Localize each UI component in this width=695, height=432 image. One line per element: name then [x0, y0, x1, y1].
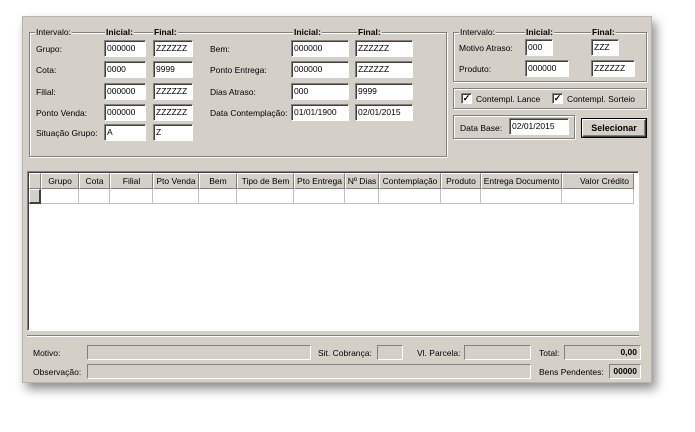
consorcio-window: Intervalo: Inicial: Final: Inicial: Fina…	[22, 16, 652, 383]
table-cell[interactable]	[562, 189, 634, 204]
grid-indicator-header	[29, 173, 41, 189]
bem-final-input[interactable]: ZZZZZZ	[355, 40, 413, 57]
ponto-entrega-inicial-input[interactable]: 000000	[291, 61, 349, 78]
total-label: Total:	[539, 348, 560, 358]
table-cell[interactable]	[110, 189, 153, 204]
col-pto-venda[interactable]: Pto Venda	[153, 173, 199, 189]
table-cell[interactable]	[153, 189, 199, 204]
grupo-final-input[interactable]: ZZZZZZ	[153, 40, 193, 57]
selecionar-button[interactable]: Selecionar	[582, 119, 646, 137]
contempl-lance-checkbox[interactable]: ✓	[461, 93, 472, 104]
grid-row-indicator[interactable]	[29, 189, 41, 204]
col-pto-entrega[interactable]: Pto Entrega	[294, 173, 345, 189]
table-cell[interactable]	[79, 189, 110, 204]
table-cell[interactable]	[41, 189, 79, 204]
table-cell[interactable]	[199, 189, 237, 204]
col-filial[interactable]: Filial	[110, 173, 153, 189]
data-contemplacao-inicial-input[interactable]: 01/01/1900	[291, 104, 349, 121]
contempl-sorteio-label[interactable]: Contempl. Sorteio	[567, 94, 635, 104]
col-valor-credito[interactable]: Valor Crédito	[562, 173, 634, 189]
final-header-right: Final:	[591, 27, 616, 37]
final-header: Final:	[153, 27, 178, 37]
col-tipo-de-bem[interactable]: Tipo de Bem	[237, 173, 294, 189]
data-base-label: Data Base:	[460, 123, 503, 133]
col-grupo[interactable]: Grupo	[41, 173, 79, 189]
vl-parcela-label: Vl. Parcela:	[417, 348, 461, 358]
col-cota[interactable]: Cota	[79, 173, 110, 189]
cota-final-input[interactable]: 9999	[153, 61, 193, 78]
table-cell[interactable]	[379, 189, 441, 204]
table-row[interactable]	[41, 189, 634, 204]
inicial-header-2: Inicial:	[293, 27, 322, 37]
observacao-label: Observação:	[33, 367, 82, 377]
col-contemplacao[interactable]: Contemplação	[379, 173, 441, 189]
contempl-sorteio-checkbox[interactable]: ✓	[552, 93, 563, 104]
bens-pendentes-value: 00000	[609, 364, 641, 379]
total-value: 0,00	[564, 345, 641, 360]
table-cell[interactable]	[441, 189, 481, 204]
situacao-grupo-final-input[interactable]: Z	[153, 124, 193, 141]
sit-cobranca-label: Sit. Cobrança:	[318, 348, 372, 358]
data-contemplacao-final-input[interactable]: 02/01/2015	[355, 104, 413, 121]
grupo-label: Grupo:	[36, 44, 62, 54]
motivo-atraso-label: Motivo Atraso:	[459, 43, 513, 53]
results-grid[interactable]: Grupo Cota Filial Pto Venda Bem Tipo de …	[27, 171, 639, 331]
ponto-entrega-label: Ponto Entrega:	[210, 65, 267, 75]
table-cell[interactable]	[481, 189, 562, 204]
intervalo-label: Intervalo:	[35, 27, 72, 37]
inicial-header-right: Inicial:	[525, 27, 554, 37]
cota-inicial-input[interactable]: 0000	[104, 61, 146, 78]
intervalo-label-right: Intervalo:	[459, 27, 496, 37]
produto-inicial-input[interactable]: 000000	[525, 60, 569, 77]
final-header-2: Final:	[357, 27, 382, 37]
ponto-venda-final-input[interactable]: ZZZZZZ	[153, 104, 193, 121]
motivo-atraso-final-input[interactable]: ZZZ	[591, 39, 619, 56]
motivo-value	[87, 345, 311, 360]
situacao-grupo-label: Situação Grupo:	[36, 128, 98, 138]
ponto-venda-inicial-input[interactable]: 000000	[104, 104, 146, 121]
produto-label: Produto:	[459, 64, 492, 74]
data-contemplacao-label: Data Contemplação:	[210, 108, 288, 118]
motivo-label: Motivo:	[33, 348, 61, 358]
bem-inicial-input[interactable]: 000000	[291, 40, 349, 57]
dias-atraso-inicial-input[interactable]: 000	[291, 83, 349, 100]
col-produto[interactable]: Produto	[441, 173, 481, 189]
sit-cobranca-value	[377, 345, 403, 360]
bens-pendentes-label: Bens Pendentes:	[539, 367, 604, 377]
filial-final-input[interactable]: ZZZZZZ	[153, 83, 193, 100]
table-cell[interactable]	[294, 189, 345, 204]
contempl-lance-label[interactable]: Contempl. Lance	[476, 94, 540, 104]
motivo-atraso-inicial-input[interactable]: 000	[525, 39, 553, 56]
grupo-inicial-input[interactable]: 000000	[104, 40, 146, 57]
filial-inicial-input[interactable]: 000000	[104, 83, 146, 100]
data-base-input[interactable]: 02/01/2015	[509, 118, 569, 135]
filial-label: Filial:	[36, 87, 56, 97]
table-cell[interactable]	[345, 189, 379, 204]
dias-atraso-final-input[interactable]: 9999	[355, 83, 413, 100]
dias-atraso-label: Dias Atraso:	[210, 87, 256, 97]
vl-parcela-value	[464, 345, 531, 360]
ponto-entrega-final-input[interactable]: ZZZZZZ	[355, 61, 413, 78]
col-bem[interactable]: Bem	[199, 173, 237, 189]
table-cell[interactable]	[237, 189, 294, 204]
col-n-dias[interactable]: Nº Dias	[345, 173, 379, 189]
col-entrega-documento[interactable]: Entrega Documento	[481, 173, 562, 189]
produto-final-input[interactable]: ZZZZZZ	[591, 60, 635, 77]
cota-label: Cota:	[36, 65, 57, 75]
ponto-venda-label: Ponto Venda:	[36, 108, 88, 118]
bem-label: Bem:	[210, 44, 230, 54]
observacao-value	[87, 364, 531, 379]
grid-header: Grupo Cota Filial Pto Venda Bem Tipo de …	[29, 173, 634, 189]
situacao-grupo-inicial-input[interactable]: A	[104, 124, 146, 141]
inicial-header: Inicial:	[105, 27, 134, 37]
